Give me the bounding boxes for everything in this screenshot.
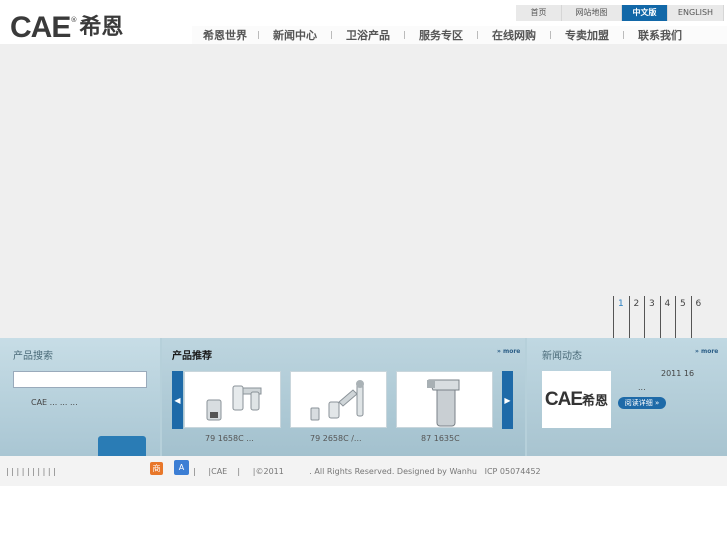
logo-registered-mark: ® (70, 16, 78, 24)
search-input[interactable] (13, 371, 147, 388)
top-nav: 首页 网站地图 中文版 ENGLISH (516, 5, 724, 21)
main-nav: 希恩世界 新闻中心 卫浴产品 服务专区 在线网购 专卖加盟 联系我们 (192, 26, 727, 44)
main-nav-news[interactable]: 新闻中心 (259, 27, 331, 43)
logo-text: CAE (10, 11, 71, 44)
product-thumbnail[interactable] (184, 371, 281, 428)
search-hint-text: CAE ... ... ... (31, 398, 78, 407)
product-recommend-panel: 产品推荐 » more ◀ ▶ 79 1658C ... 79 2658C /.… (162, 338, 525, 456)
top-nav-home[interactable]: 首页 (516, 5, 562, 21)
main-nav-service[interactable]: 服务专区 (405, 27, 477, 43)
main-nav-world[interactable]: 希恩世界 (192, 27, 258, 43)
product-thumbnail[interactable] (396, 371, 493, 428)
page: CAE ® 希恩 首页 网站地图 中文版 ENGLISH 希恩世界 新闻中心 卫… (0, 0, 727, 545)
top-nav-sitemap[interactable]: 网站地图 (562, 5, 622, 21)
news-panel: 新闻动态 » more CAE 希恩 2011 16 ... 阅读详细 » (527, 338, 727, 456)
news-logo-image[interactable]: CAE 希恩 (542, 371, 611, 428)
logo-chinese-text: 希恩 (79, 15, 124, 40)
more-link[interactable]: » more (497, 348, 520, 355)
footer-links[interactable]: | | | | | | | | | | (6, 467, 56, 476)
slide-pager: 1 2 3 4 5 6 (613, 296, 706, 340)
verification-icon[interactable]: A (174, 460, 189, 475)
faucet-icon (206, 385, 262, 421)
panel-title: 产品搜索 (13, 351, 53, 362)
panel-title: 产品推荐 (172, 351, 212, 362)
main-nav-shop[interactable]: 在线网购 (478, 27, 550, 43)
news-date: 2011 16 (661, 369, 695, 378)
logo[interactable]: CAE ® 希恩 (10, 11, 124, 44)
product-thumbnail[interactable] (290, 371, 387, 428)
slide-number[interactable]: 5 (675, 296, 691, 340)
search-button[interactable] (98, 436, 146, 456)
product-search-panel: 产品搜索 CAE ... ... ... (0, 338, 160, 456)
more-link[interactable]: » more (695, 348, 718, 355)
top-nav-english[interactable]: ENGLISH (668, 5, 724, 21)
bottom-panels: 产品搜索 CAE ... ... ... 产品推荐 » more ◀ ▶ 79 … (0, 338, 727, 456)
footer: | | | | | | | | | | 商 A | |CAE | |©2011 … (0, 456, 727, 486)
main-nav-contact[interactable]: 联系我们 (624, 27, 696, 43)
slide-number[interactable]: 3 (644, 296, 660, 340)
panel-title: 新闻动态 (542, 351, 582, 362)
prev-arrow-icon[interactable]: ◀ (172, 371, 183, 429)
faucet-icon (310, 380, 364, 421)
business-license-icon[interactable]: 商 (150, 462, 163, 475)
slide-number[interactable]: 6 (690, 296, 707, 340)
copyright-text: | |CAE | |©2011 . All Rights Reserved. D… (193, 467, 541, 476)
top-nav-chinese[interactable]: 中文版 (622, 5, 668, 21)
main-nav-franchise[interactable]: 专卖加盟 (551, 27, 623, 43)
next-arrow-icon[interactable]: ▶ (502, 371, 513, 429)
news-logo-chinese: 希恩 (582, 394, 609, 409)
news-logo-text: CAE (544, 388, 583, 410)
faucet-icon (427, 379, 460, 427)
slide-number[interactable]: 2 (628, 296, 645, 340)
main-nav-products[interactable]: 卫浴产品 (332, 27, 404, 43)
product-caption[interactable]: 79 1658C ... (205, 434, 254, 443)
news-summary: ... (638, 383, 646, 392)
read-more-button[interactable]: 阅读详细 » (618, 397, 666, 409)
slide-number[interactable]: 4 (659, 296, 676, 340)
product-caption[interactable]: 87 1635C (421, 434, 460, 443)
product-caption[interactable]: 79 2658C /... (310, 434, 362, 443)
slide-number[interactable]: 1 (613, 296, 629, 340)
